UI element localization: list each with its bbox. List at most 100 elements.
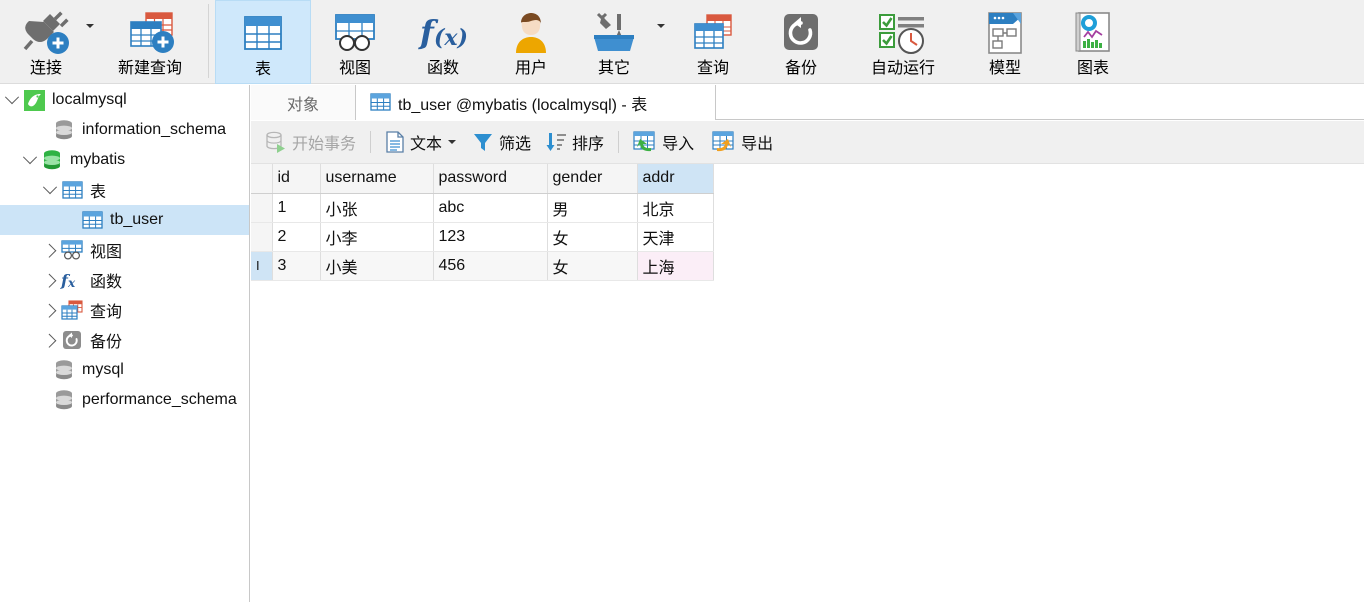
filter-funnel-icon	[472, 131, 494, 153]
cell-addr[interactable]: 北京	[637, 193, 714, 223]
table-icon	[60, 180, 84, 200]
ribbon-label-connection: 连接	[29, 60, 62, 77]
connection-icon	[22, 89, 46, 111]
column-header-id[interactable]: id	[272, 164, 321, 194]
ribbon-button-new-query[interactable]: 新建查询	[98, 0, 202, 84]
ribbon-label-chart: 图表	[1076, 60, 1109, 77]
table-row[interactable]: 2 小李 123 女 天津	[251, 222, 714, 252]
ribbon-separator-1	[208, 4, 209, 78]
sidebar-item-mybatis[interactable]: mybatis	[0, 145, 249, 175]
ribbon-button-function[interactable]: f (x) 函数	[399, 0, 487, 84]
sidebar-item-queries-folder[interactable]: 查询	[0, 295, 249, 325]
ribbon-button-backup[interactable]: 备份	[757, 0, 845, 84]
ribbon-button-query[interactable]: 查询	[669, 0, 757, 84]
tab-tb-user-label: tb_user @mybatis (localmysql) - 表	[398, 96, 648, 114]
expander-down-icon[interactable]	[20, 150, 40, 165]
expander-right-icon[interactable]	[40, 273, 60, 288]
tab-object[interactable]: 对象	[251, 85, 356, 120]
ribbon-button-user[interactable]: 用户	[487, 0, 575, 84]
corner-select-all-cell[interactable]	[251, 164, 273, 194]
ribbon-button-chart[interactable]: 图表	[1049, 0, 1137, 84]
sidebar-label-localmysql: localmysql	[52, 91, 127, 108]
ribbon-button-model[interactable]: 模型	[961, 0, 1049, 84]
row-header-1[interactable]	[251, 193, 273, 223]
function-fx-icon: f (x)	[416, 7, 470, 59]
sidebar-label-queries-folder: 查询	[90, 304, 123, 321]
chevron-down-icon[interactable]	[448, 140, 457, 144]
row-header-3[interactable]: I	[251, 251, 273, 281]
cell-password[interactable]: abc	[433, 193, 548, 223]
ribbon-label-new-query: 新建查询	[117, 60, 182, 77]
column-header-username[interactable]: username	[320, 164, 434, 194]
ribbon-button-connection[interactable]: 连接	[10, 0, 82, 84]
ribbon-label-automation: 自动运行	[870, 60, 935, 77]
sidebar-item-functions-folder[interactable]: f x 函数	[0, 265, 249, 295]
database-navigator-sidebar[interactable]: localmysql information_schema mybatis 表 …	[0, 85, 250, 602]
cell-gender[interactable]: 女	[547, 222, 638, 252]
column-header-addr[interactable]: addr	[637, 164, 714, 194]
editor-tab-bar: 对象 tb_user @mybatis (localmysql) - 表	[251, 85, 1364, 120]
table-row[interactable]: I 3 小美 456 女 上海	[251, 251, 714, 281]
tab-tb-user-table[interactable]: tb_user @mybatis (localmysql) - 表	[356, 85, 716, 120]
sidebar-label-functions-folder: 函数	[90, 274, 123, 291]
plug-plus-icon	[20, 7, 72, 59]
sidebar-item-views-folder[interactable]: 视图	[0, 235, 249, 265]
cell-username[interactable]: 小张	[320, 193, 434, 223]
sidebar-item-information-schema[interactable]: information_schema	[0, 115, 249, 145]
begin-transaction-button[interactable]: 开始事务	[259, 127, 362, 157]
cell-gender[interactable]: 男	[547, 193, 638, 223]
ribbon-button-view[interactable]: 视图	[311, 0, 399, 84]
cell-addr[interactable]: 上海	[637, 251, 714, 281]
cell-username[interactable]: 小美	[320, 251, 434, 281]
text-document-icon	[385, 131, 405, 153]
cell-addr[interactable]: 天津	[637, 222, 714, 252]
cell-password[interactable]: 456	[433, 251, 548, 281]
connection-dropdown-caret[interactable]	[82, 0, 98, 68]
ribbon-label-model: 模型	[988, 60, 1021, 77]
import-button[interactable]: 导入	[627, 127, 700, 157]
other-dropdown-caret[interactable]	[653, 0, 669, 68]
ribbon-button-other[interactable]: 其它	[575, 0, 653, 84]
cell-id[interactable]: 1	[272, 193, 321, 223]
sidebar-item-mysql[interactable]: mysql	[0, 355, 249, 385]
column-header-gender[interactable]: gender	[547, 164, 638, 194]
backup-icon	[60, 330, 84, 350]
expander-down-icon[interactable]	[2, 90, 22, 105]
ribbon-button-automation[interactable]: 自动运行	[845, 0, 961, 84]
sidebar-item-localmysql[interactable]: localmysql	[0, 85, 249, 115]
sidebar-item-tb-user[interactable]: tb_user	[0, 205, 249, 235]
cell-id[interactable]: 2	[272, 222, 321, 252]
import-label: 导入	[662, 136, 695, 153]
ribbon-button-table[interactable]: 表	[215, 0, 311, 84]
database-gray-icon	[52, 359, 76, 381]
expander-down-icon[interactable]	[40, 180, 60, 195]
row-header-2[interactable]	[251, 222, 273, 252]
column-header-password[interactable]: password	[433, 164, 548, 194]
text-cursor-icon: I	[256, 257, 260, 273]
export-icon	[712, 131, 736, 153]
table-row[interactable]: 1 小张 abc 男 北京	[251, 193, 714, 223]
sidebar-label-mybatis: mybatis	[70, 151, 126, 168]
ribbon-label-function: 函数	[426, 60, 459, 77]
sidebar-item-tables-folder[interactable]: 表	[0, 175, 249, 205]
transaction-icon	[265, 131, 287, 153]
sidebar-item-backups-folder[interactable]: 备份	[0, 325, 249, 355]
data-grid[interactable]: id username password gender addr 1 小张 ab…	[251, 164, 714, 281]
data-grid-container[interactable]: id username password gender addr 1 小张 ab…	[251, 164, 1364, 602]
cell-password[interactable]: 123	[433, 222, 548, 252]
table-icon	[241, 8, 285, 60]
database-gray-icon	[52, 119, 76, 141]
export-button[interactable]: 导出	[706, 127, 779, 157]
sidebar-item-performance-schema[interactable]: performance_schema	[0, 385, 249, 415]
sort-button[interactable]: 排序	[539, 127, 610, 157]
expander-right-icon[interactable]	[40, 243, 60, 258]
cell-gender[interactable]: 女	[547, 251, 638, 281]
expander-right-icon[interactable]	[40, 333, 60, 348]
text-button[interactable]: 文本	[379, 127, 462, 157]
sidebar-label-information-schema: information_schema	[82, 121, 227, 138]
expander-right-icon[interactable]	[40, 303, 60, 318]
cell-id[interactable]: 3	[272, 251, 321, 281]
cell-username[interactable]: 小李	[320, 222, 434, 252]
filter-button[interactable]: 筛选	[466, 127, 537, 157]
new-query-icon	[123, 7, 177, 59]
